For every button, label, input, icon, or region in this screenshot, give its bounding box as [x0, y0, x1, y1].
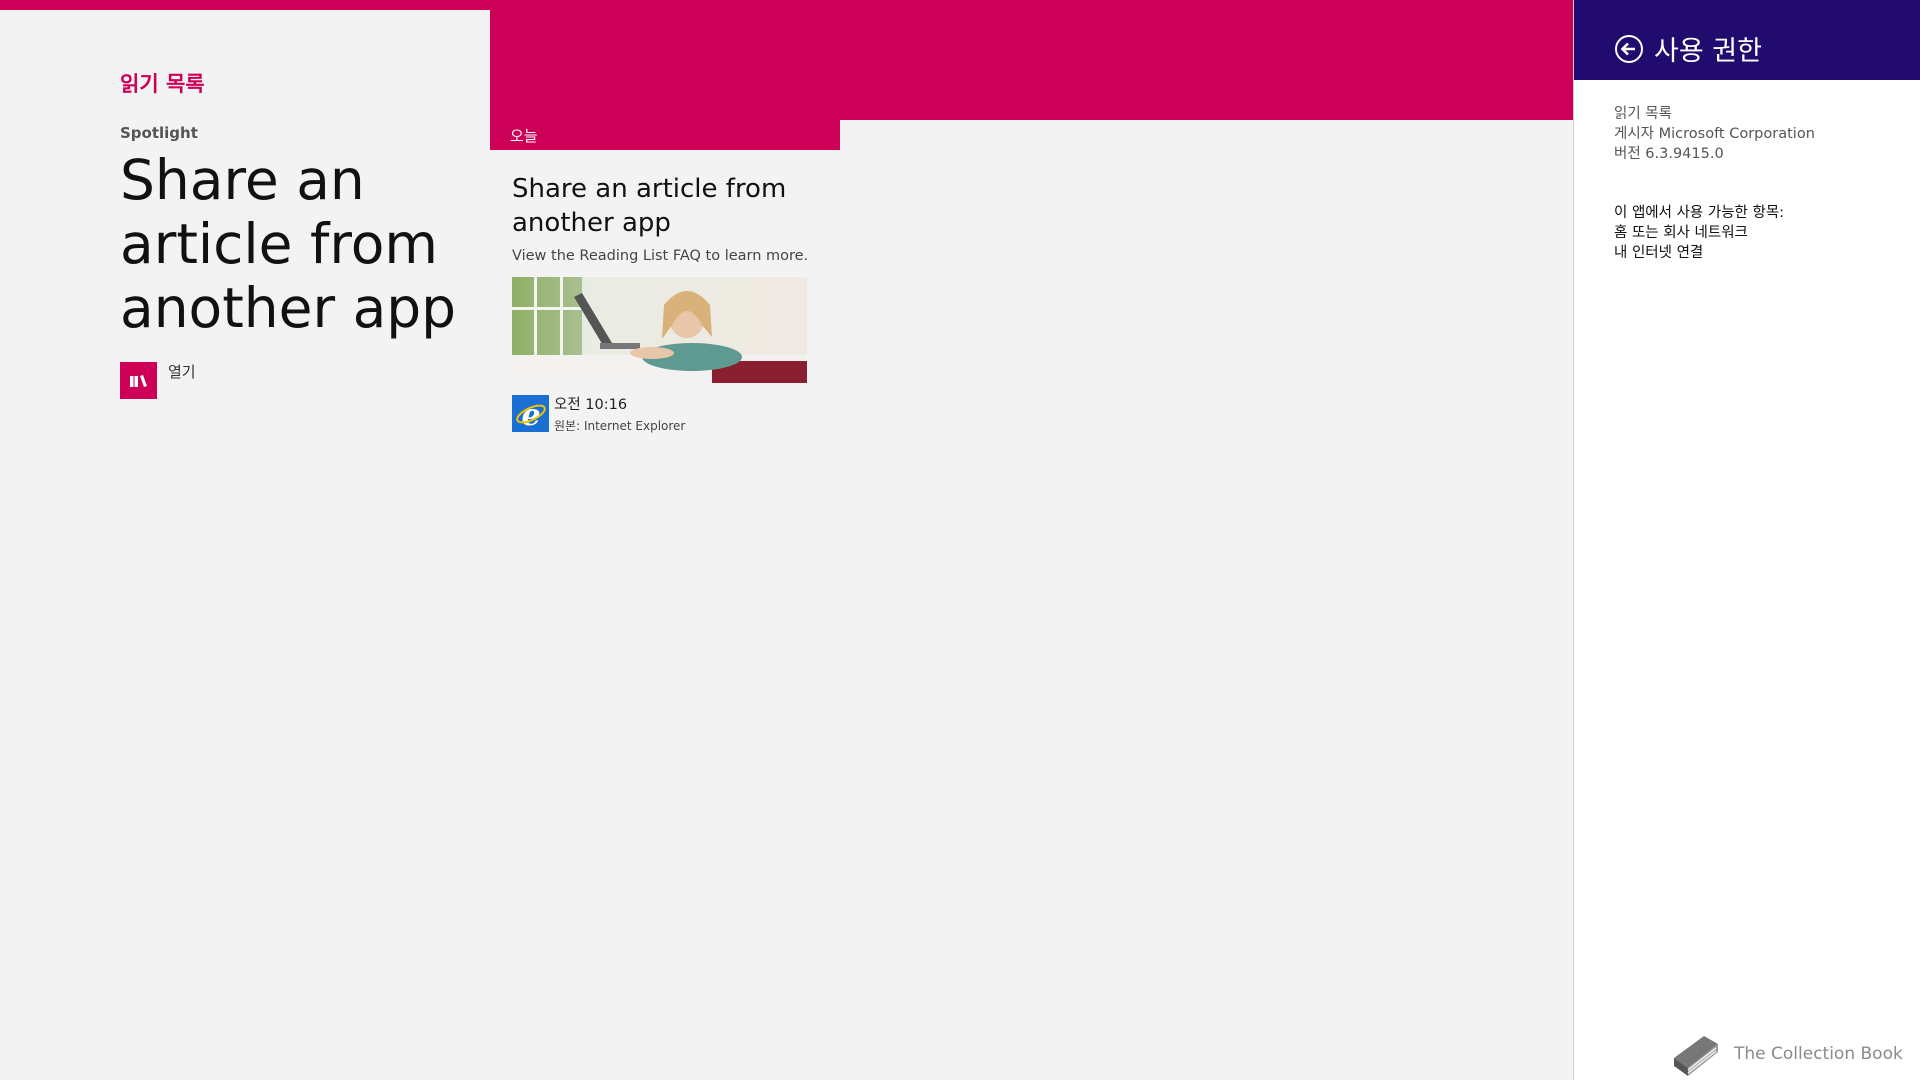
- permissions-panel-header: 사용 권한: [1574, 0, 1920, 80]
- article-source: 원본: Internet Explorer: [554, 419, 686, 433]
- panel-title: 사용 권한: [1654, 36, 1762, 67]
- article-time: 오전 10:16: [554, 397, 628, 413]
- book-icon: [1674, 1036, 1718, 1076]
- watermark-text: The Collection Book: [1734, 1044, 1903, 1064]
- section-label-today: 오늘: [510, 127, 538, 145]
- internet-explorer-icon: e: [512, 395, 549, 432]
- article-thumbnail: [512, 277, 807, 383]
- open-button[interactable]: 열기: [120, 362, 196, 399]
- permissions-list: 이 앱에서 사용 가능한 항목: 홈 또는 회사 네트워크 내 인터넷 연결: [1614, 203, 1784, 263]
- article-title: Share an article from another app: [512, 174, 787, 238]
- spotlight-label: Spotlight: [120, 124, 198, 142]
- section-header-today[interactable]: 오늘: [490, 118, 840, 150]
- back-arrow-icon: [1615, 35, 1643, 63]
- watermark: The Collection Book: [1668, 1030, 1903, 1078]
- article-description: View the Reading List FAQ to learn more.: [512, 248, 809, 264]
- permission-item: 내 인터넷 연결: [1614, 245, 1704, 261]
- back-button[interactable]: [1614, 34, 1644, 64]
- reading-list-icon: [120, 362, 157, 399]
- today-banner: [490, 0, 1574, 120]
- permissions-panel: 사용 권한 읽기 목록 게시자 Microsoft Corporation 버전…: [1574, 0, 1920, 1080]
- article-card[interactable]: Share an article from another app View t…: [512, 172, 812, 434]
- article-meta: e 오전 10:16 원본: Internet Explorer: [512, 395, 812, 434]
- open-label: 열기: [168, 363, 196, 381]
- permissions-heading: 이 앱에서 사용 가능한 항목:: [1614, 205, 1785, 221]
- app-info: 읽기 목록 게시자 Microsoft Corporation 버전 6.3.9…: [1614, 104, 1815, 164]
- spotlight-headline: Share an article from another app: [120, 148, 457, 340]
- permission-item: 홈 또는 회사 네트워크: [1614, 225, 1748, 241]
- svg-text:e: e: [521, 398, 540, 430]
- app-publisher: 게시자 Microsoft Corporation: [1614, 126, 1815, 142]
- app-name: 읽기 목록: [1614, 106, 1672, 122]
- app-title: 읽기 목록: [120, 72, 205, 96]
- app-version: 버전 6.3.9415.0: [1614, 146, 1724, 162]
